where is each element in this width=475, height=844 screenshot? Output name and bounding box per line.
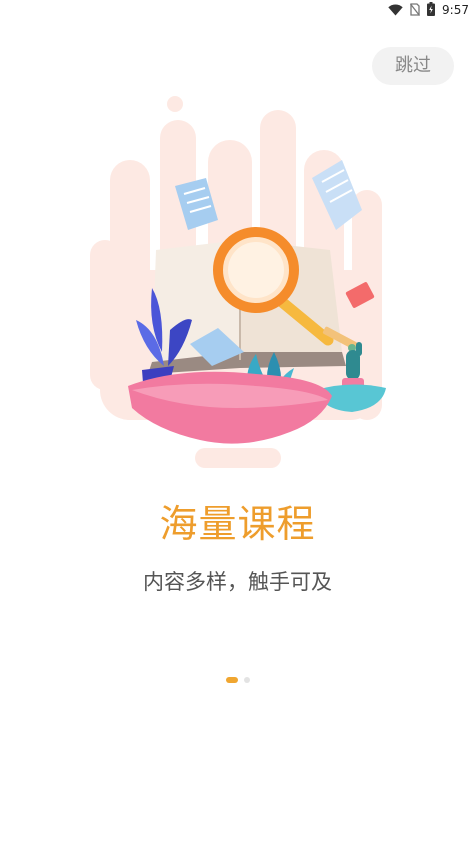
pink-base: [128, 371, 332, 444]
no-sim-icon: [410, 1, 421, 20]
wifi-icon: [388, 1, 403, 20]
page-subtitle: 内容多样，触手可及: [143, 570, 332, 594]
onboarding-illustration: [60, 90, 420, 480]
page-indicator-dot[interactable]: [243, 677, 250, 683]
status-time: 9:57: [442, 3, 469, 17]
page-indicator: [0, 675, 475, 685]
status-icons: 9:57: [388, 1, 469, 20]
skip-button[interactable]: 跳过: [372, 47, 454, 85]
page-title: 海量课程: [159, 502, 316, 546]
status-bar: 9:57: [0, 0, 475, 20]
battery-charging-icon: [427, 1, 436, 20]
page-indicator-dot-active[interactable]: [225, 677, 238, 683]
